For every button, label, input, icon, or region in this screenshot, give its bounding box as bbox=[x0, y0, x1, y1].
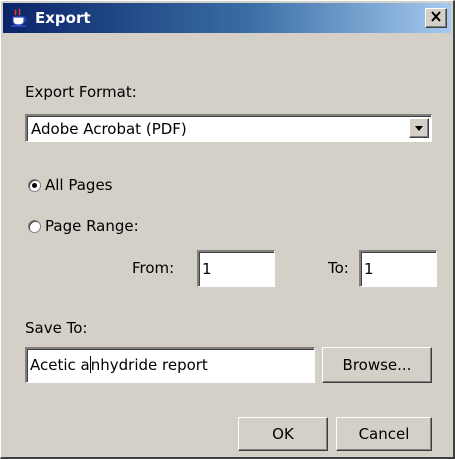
from-page-input[interactable]: 1 bbox=[197, 250, 275, 287]
export-dialog: Export Export Format: Adobe Acrobat (PDF… bbox=[0, 0, 455, 459]
to-page-value: 1 bbox=[364, 260, 374, 278]
cancel-button[interactable]: Cancel bbox=[336, 417, 432, 451]
browse-button[interactable]: Browse... bbox=[322, 347, 432, 383]
page-range-label[interactable]: Page Range: bbox=[45, 217, 139, 235]
ok-button[interactable]: OK bbox=[238, 417, 328, 451]
save-to-value-start: Acetic a bbox=[30, 356, 90, 374]
export-format-label: Export Format: bbox=[25, 83, 137, 101]
dropdown-arrow-button[interactable] bbox=[409, 118, 429, 138]
from-page-value: 1 bbox=[202, 260, 212, 278]
title-bar[interactable]: Export bbox=[3, 3, 451, 33]
java-coffee-cup-icon bbox=[9, 8, 29, 28]
page-range-radio[interactable] bbox=[28, 220, 41, 233]
triangle-down-icon bbox=[414, 119, 424, 137]
from-label: From: bbox=[132, 259, 175, 277]
all-pages-label[interactable]: All Pages bbox=[45, 176, 113, 194]
save-to-input[interactable]: Acetic anhydride report bbox=[25, 347, 315, 383]
to-label: To: bbox=[328, 259, 349, 277]
all-pages-radio[interactable] bbox=[28, 179, 41, 192]
save-to-label: Save To: bbox=[25, 319, 88, 337]
close-icon bbox=[430, 9, 442, 27]
window-title: Export bbox=[35, 9, 91, 27]
to-page-input[interactable]: 1 bbox=[359, 250, 437, 287]
save-to-value-end: nhydride report bbox=[90, 356, 208, 374]
export-format-value: Adobe Acrobat (PDF) bbox=[31, 120, 187, 138]
close-button[interactable] bbox=[425, 8, 447, 28]
export-format-select[interactable]: Adobe Acrobat (PDF) bbox=[25, 114, 432, 142]
